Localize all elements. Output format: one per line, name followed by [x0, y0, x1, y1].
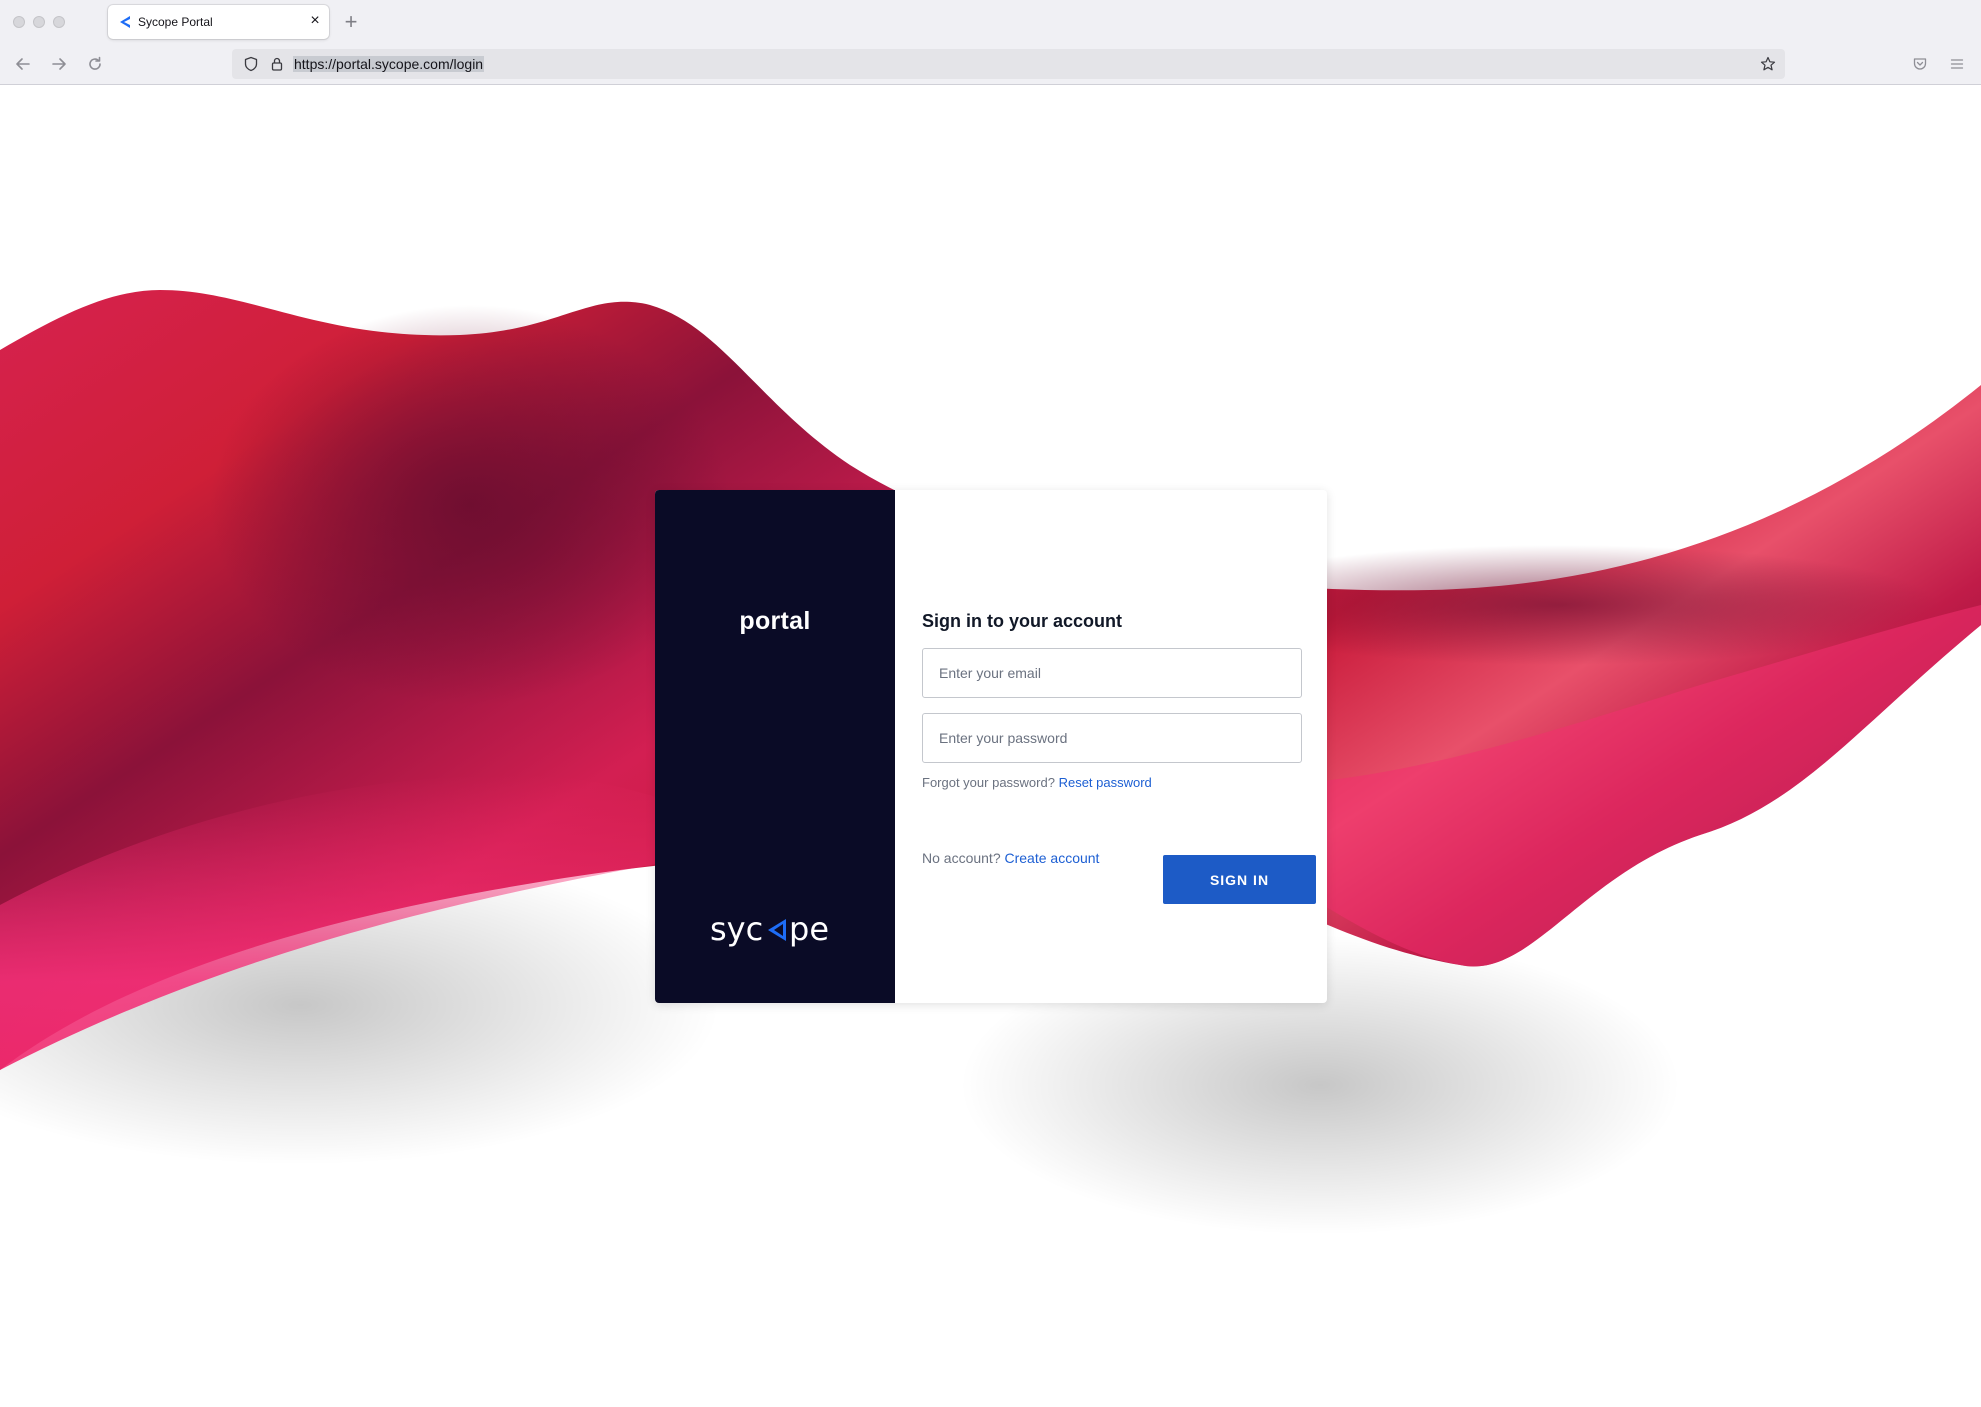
shield-icon[interactable]: [238, 51, 264, 77]
sign-in-button[interactable]: SIGN IN: [1163, 855, 1316, 904]
back-icon[interactable]: [10, 51, 36, 77]
create-account-link[interactable]: Create account: [1005, 850, 1100, 866]
browser-toolbar: Sycope Portal × + https://portal.sycope.…: [0, 0, 1981, 85]
reload-icon[interactable]: [82, 51, 108, 77]
sycope-logo: syc pe: [710, 910, 829, 948]
bookmark-star-icon[interactable]: [1755, 51, 1781, 77]
pocket-icon[interactable]: [1907, 51, 1933, 77]
signin-title: Sign in to your account: [922, 611, 1123, 631]
new-tab-icon[interactable]: +: [338, 9, 364, 35]
tab-title: Sycope Portal: [138, 15, 213, 29]
url-text[interactable]: https://portal.sycope.com/login: [293, 56, 485, 72]
no-account-text: No account?: [922, 850, 1001, 866]
password-field[interactable]: [922, 713, 1302, 763]
forgot-password-text: Forgot your password?: [922, 775, 1055, 790]
reset-password-link[interactable]: Reset password: [1059, 775, 1152, 790]
lock-icon[interactable]: [264, 51, 290, 77]
brand-panel: portal syc pe: [655, 490, 895, 1003]
app-name: portal: [739, 607, 811, 635]
address-bar[interactable]: https://portal.sycope.com/login: [232, 49, 1785, 79]
browser-tab[interactable]: Sycope Portal ×: [108, 5, 329, 39]
login-card: portal syc pe Sign in to your account Fo…: [655, 490, 1327, 1003]
window-minimize-dot[interactable]: [33, 16, 45, 28]
no-account-row: No account? Create account: [922, 850, 1099, 866]
email-field[interactable]: [922, 648, 1302, 698]
tab-strip: Sycope Portal × +: [0, 0, 1981, 44]
forgot-password-row: Forgot your password? Reset password: [922, 775, 1152, 790]
window-zoom-dot[interactable]: [53, 16, 65, 28]
logo-text-pe: pe: [789, 910, 829, 948]
signin-form: Sign in to your account Forgot your pass…: [895, 490, 1327, 1003]
nav-bar: https://portal.sycope.com/login: [0, 44, 1981, 84]
forward-icon[interactable]: [46, 51, 72, 77]
sycope-favicon-icon: [120, 16, 130, 28]
login-page: portal syc pe Sign in to your account Fo…: [0, 85, 1981, 1407]
tab-close-icon[interactable]: ×: [304, 10, 326, 32]
hamburger-menu-icon[interactable]: [1944, 51, 1970, 77]
logo-text-syc: syc: [710, 910, 763, 948]
window-close-dot[interactable]: [13, 16, 25, 28]
